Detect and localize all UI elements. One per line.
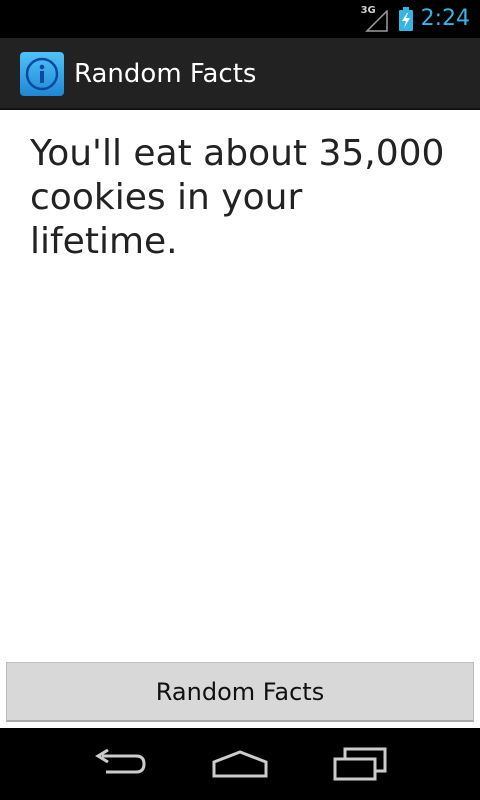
network-indicator: 3G [361,6,391,32]
recent-apps-button[interactable] [300,728,420,800]
recent-apps-icon [333,747,387,781]
action-bar: Random Facts [0,38,480,110]
home-button[interactable] [180,728,300,800]
status-bar: 3G 2:24 [0,0,480,38]
status-clock: 2:24 [420,6,470,31]
back-icon [95,748,146,774]
info-icon[interactable] [20,52,64,96]
signal-icon [364,10,388,32]
home-icon [212,750,268,778]
battery-charging-icon [398,7,413,31]
main-content: You'll eat about 35,000 cookies in your … [0,110,480,728]
status-icons: 3G 2:24 [361,0,470,38]
random-facts-button[interactable]: Random Facts [6,662,474,722]
phone-screen: 3G 2:24 Random Facts You'll eat about 35… [0,0,480,800]
fact-text: You'll eat about 35,000 cookies in your … [30,133,445,262]
app-title: Random Facts [74,59,257,89]
navigation-bar [0,728,480,800]
back-button[interactable] [60,728,180,800]
